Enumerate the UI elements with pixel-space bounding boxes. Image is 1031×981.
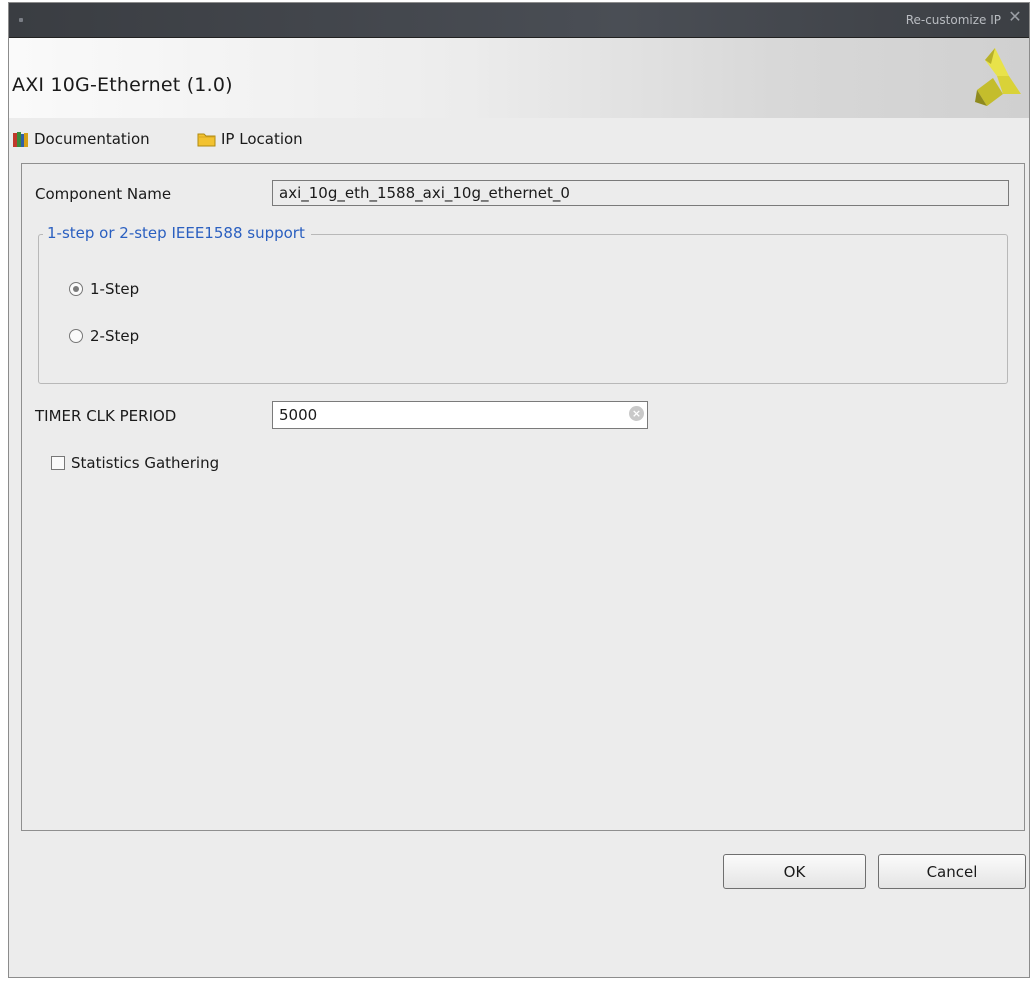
radio-2-step[interactable]: 2-Step	[69, 327, 139, 345]
ip-toolbar: Documentation IP Location	[9, 118, 1029, 158]
xilinx-logo-icon	[975, 48, 1021, 106]
ip-location-link[interactable]: IP Location	[197, 130, 303, 148]
folder-icon	[197, 133, 216, 147]
documentation-link[interactable]: Documentation	[12, 130, 150, 148]
ip-title: AXI 10G-Ethernet (1.0)	[12, 74, 233, 96]
timer-clk-period-input[interactable]	[272, 401, 648, 429]
cancel-button[interactable]: Cancel	[878, 854, 1026, 889]
ip-header: AXI 10G-Ethernet (1.0)	[9, 38, 1029, 118]
checkbox-box[interactable]	[51, 456, 65, 470]
component-name-label: Component Name	[35, 185, 172, 203]
radio-button-selected[interactable]	[69, 282, 83, 296]
window-menu-icon[interactable]	[19, 18, 23, 22]
statistics-gathering-label: Statistics Gathering	[71, 454, 220, 472]
recustomize-ip-dialog: Re-customize IP ✕ AXI 10G-Ethernet (1.0)…	[8, 2, 1030, 978]
window-title: Re-customize IP	[905, 13, 1001, 27]
timer-clk-period-field-wrap: ×	[272, 401, 648, 429]
clear-field-icon[interactable]: ×	[629, 406, 644, 421]
configuration-panel: Component Name 1-step or 2-step IEEE1588…	[21, 163, 1025, 831]
close-icon[interactable]: ✕	[1007, 9, 1023, 25]
radio-1-step[interactable]: 1-Step	[69, 280, 139, 298]
ieee1588-support-group: 1-step or 2-step IEEE1588 support 1-Step…	[38, 224, 1008, 384]
statistics-gathering-checkbox[interactable]: Statistics Gathering	[51, 454, 219, 472]
window-titlebar[interactable]: Re-customize IP ✕	[9, 3, 1029, 38]
timer-clk-period-label: TIMER CLK PERIOD	[35, 407, 177, 425]
radio-2-step-label: 2-Step	[90, 327, 140, 345]
ip-location-label: IP Location	[221, 130, 303, 148]
ok-button[interactable]: OK	[723, 854, 866, 889]
documentation-label: Documentation	[34, 130, 150, 148]
books-icon	[13, 131, 28, 147]
component-name-field[interactable]	[272, 180, 1009, 206]
radio-button[interactable]	[69, 329, 83, 343]
ieee1588-group-title: 1-step or 2-step IEEE1588 support	[43, 224, 311, 242]
radio-1-step-label: 1-Step	[90, 280, 140, 298]
